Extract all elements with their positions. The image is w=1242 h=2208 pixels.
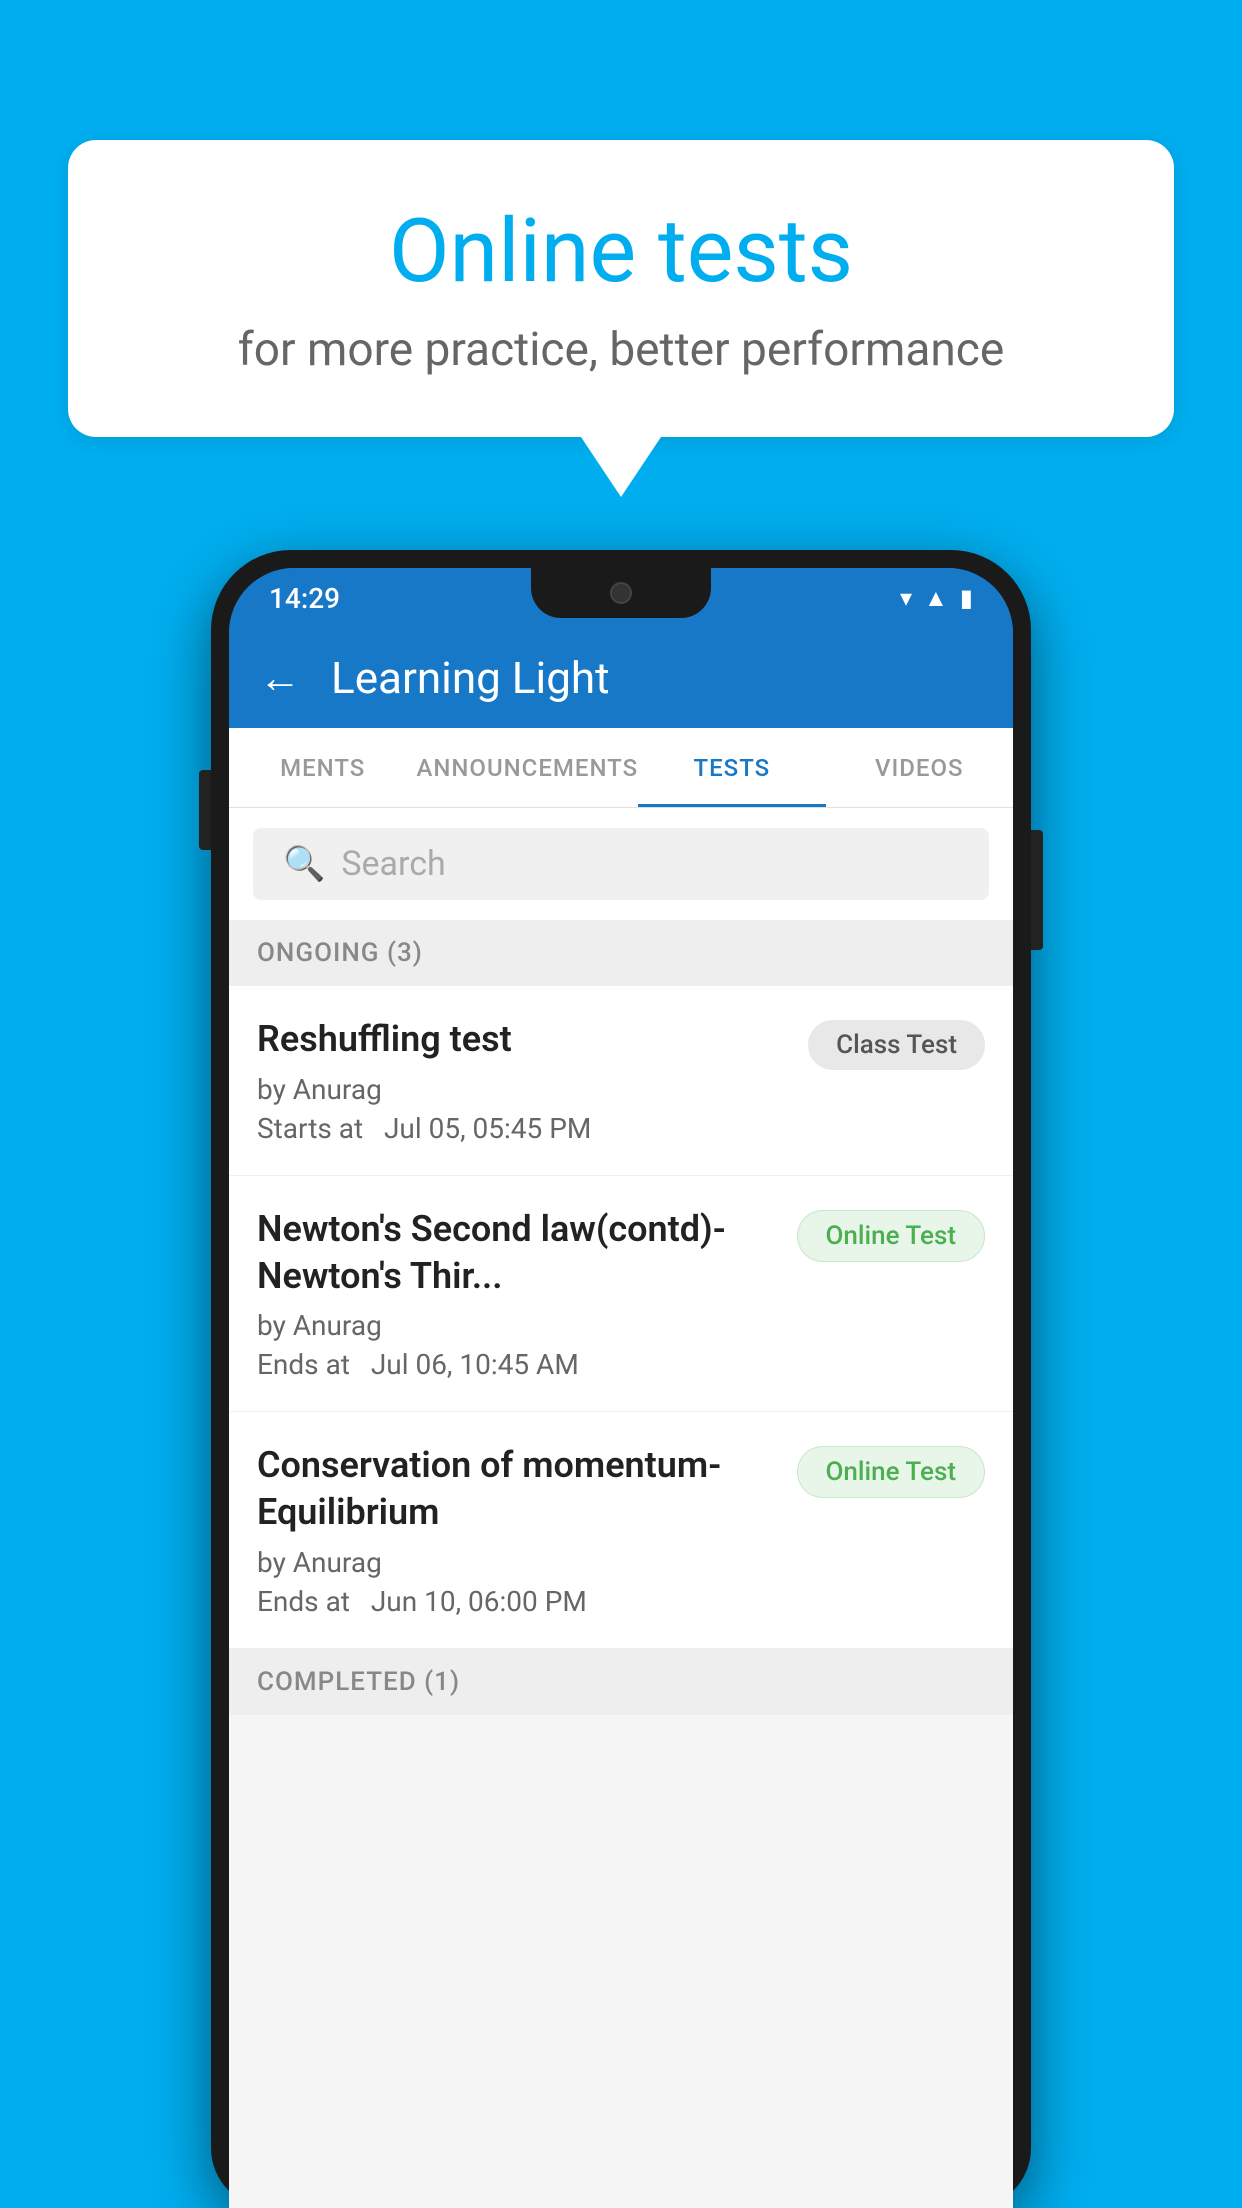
speech-bubble-subtitle: for more practice, better performance — [148, 323, 1094, 377]
wifi-icon: ▾ — [900, 584, 912, 612]
speech-bubble: Online tests for more practice, better p… — [68, 140, 1174, 437]
battery-icon: ▮ — [960, 584, 973, 612]
test-author-3: by Anurag — [257, 1546, 777, 1579]
content-area: 🔍 Search ONGOING (3) Reshuffling test by… — [229, 808, 1013, 2208]
test-badge-3: Online Test — [797, 1446, 986, 1498]
phone-screen: 14:29 ▾ ▲ ▮ ← Learning Light MENTS ANNOU… — [229, 568, 1013, 2208]
back-button[interactable]: ← — [259, 654, 301, 703]
test-time-3: Ends at Jun 10, 06:00 PM — [257, 1585, 777, 1618]
search-container: 🔍 Search — [229, 808, 1013, 920]
speech-bubble-title: Online tests — [148, 200, 1094, 303]
phone-wrapper: 14:29 ▾ ▲ ▮ ← Learning Light MENTS ANNOU… — [211, 550, 1031, 2208]
test-item-3[interactable]: Conservation of momentum-Equilibrium by … — [229, 1412, 1013, 1649]
phone-notch — [531, 568, 711, 618]
speech-bubble-wrapper: Online tests for more practice, better p… — [68, 140, 1174, 497]
test-time-1: Starts at Jul 05, 05:45 PM — [257, 1112, 788, 1145]
camera-icon — [610, 582, 632, 604]
test-name-3: Conservation of momentum-Equilibrium — [257, 1442, 777, 1536]
status-icons: ▾ ▲ ▮ — [900, 584, 973, 613]
search-icon: 🔍 — [283, 844, 325, 884]
test-time-2: Ends at Jul 06, 10:45 AM — [257, 1348, 777, 1381]
status-time: 14:29 — [269, 582, 340, 615]
test-info-2: Newton's Second law(contd)-Newton's Thir… — [257, 1206, 777, 1382]
test-info-1: Reshuffling test by Anurag Starts at Jul… — [257, 1016, 788, 1145]
test-author-2: by Anurag — [257, 1309, 777, 1342]
phone-outer: 14:29 ▾ ▲ ▮ ← Learning Light MENTS ANNOU… — [211, 550, 1031, 2208]
test-item-2[interactable]: Newton's Second law(contd)-Newton's Thir… — [229, 1176, 1013, 1413]
test-badge-1: Class Test — [808, 1020, 985, 1070]
test-name-2: Newton's Second law(contd)-Newton's Thir… — [257, 1206, 777, 1300]
app-bar: ← Learning Light — [229, 628, 1013, 728]
search-bar[interactable]: 🔍 Search — [253, 828, 989, 900]
search-placeholder: Search — [341, 844, 445, 884]
tab-announcements[interactable]: ANNOUNCEMENTS — [416, 728, 638, 807]
speech-bubble-arrow — [581, 437, 661, 497]
ongoing-section-header: ONGOING (3) — [229, 920, 1013, 986]
signal-icon: ▲ — [924, 584, 948, 613]
tab-videos[interactable]: VIDEOS — [826, 728, 1013, 807]
test-item-1[interactable]: Reshuffling test by Anurag Starts at Jul… — [229, 986, 1013, 1176]
completed-section-header: COMPLETED (1) — [229, 1649, 1013, 1715]
tab-tests[interactable]: TESTS — [638, 728, 825, 807]
test-name-1: Reshuffling test — [257, 1016, 788, 1063]
tab-ments[interactable]: MENTS — [229, 728, 416, 807]
test-author-1: by Anurag — [257, 1073, 788, 1106]
test-badge-2: Online Test — [797, 1210, 986, 1262]
tab-bar: MENTS ANNOUNCEMENTS TESTS VIDEOS — [229, 728, 1013, 808]
test-info-3: Conservation of momentum-Equilibrium by … — [257, 1442, 777, 1618]
app-title: Learning Light — [331, 652, 610, 704]
test-list: Reshuffling test by Anurag Starts at Jul… — [229, 986, 1013, 1649]
